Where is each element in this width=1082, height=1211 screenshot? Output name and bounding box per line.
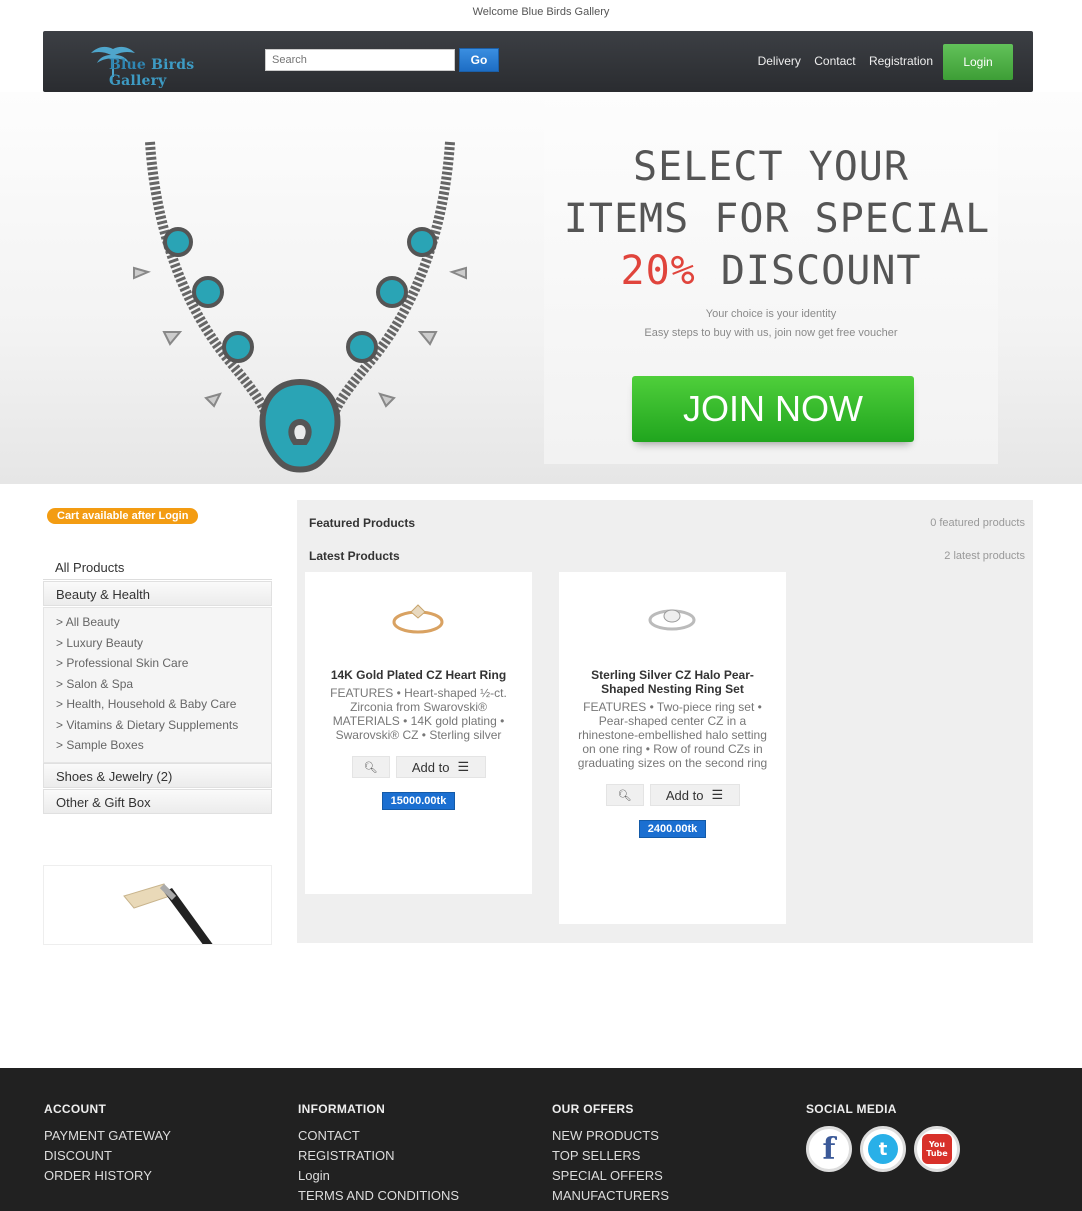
logo-text-blue: Blue: [109, 57, 147, 73]
join-now-button[interactable]: JOIN NOW: [632, 376, 914, 442]
footer-link[interactable]: DISCOUNT: [44, 1146, 171, 1166]
footer: ACCOUNT PAYMENT GATEWAY DISCOUNT ORDER H…: [0, 1068, 1082, 1211]
subcategory-item[interactable]: > Professional Skin Care: [56, 653, 265, 674]
footer-heading: INFORMATION: [298, 1102, 386, 1116]
footer-link[interactable]: CONTACT: [298, 1126, 459, 1146]
promo-subtitle-2: Easy steps to buy with us, join now get …: [644, 327, 898, 339]
footer-information: INFORMATION CONTACT REGISTRATION Login T…: [298, 1102, 459, 1206]
category-other-gift-box[interactable]: Other & Gift Box: [43, 788, 272, 814]
subcategory-item[interactable]: > Salon & Spa: [56, 674, 265, 695]
discount-percent: 20%: [620, 248, 696, 294]
gold-ring-image: [392, 604, 444, 634]
footer-link[interactable]: MANUFACTURERS: [552, 1186, 669, 1206]
product-name[interactable]: Sterling Silver CZ Halo Pear-Shaped Nest…: [559, 668, 786, 696]
promo-line-1: SELECT YOUR: [633, 144, 909, 190]
subcategory-item[interactable]: > Luxury Beauty: [56, 633, 265, 654]
footer-heading: OUR OFFERS: [552, 1102, 634, 1116]
featured-products-title: Featured Products: [309, 516, 416, 530]
zoom-icon: 🔍︎: [617, 789, 632, 802]
social-icons: f t You Tube: [806, 1126, 960, 1172]
main-content: Featured Products 0 featured products La…: [297, 500, 1033, 943]
beauty-subcategories: > All Beauty > Luxury Beauty > Professio…: [43, 607, 272, 763]
site-logo[interactable]: Blue Birds Gallery: [73, 43, 243, 89]
hero-banner: SELECT YOUR ITEMS FOR SPECIAL 20% DISCOU…: [0, 92, 1082, 484]
footer-link[interactable]: SPECIAL OFFERS: [552, 1166, 669, 1186]
twitter-icon[interactable]: t: [860, 1126, 906, 1172]
latest-products-title: Latest Products: [309, 549, 400, 563]
footer-heading: ACCOUNT: [44, 1102, 107, 1116]
product-name[interactable]: 14K Gold Plated CZ Heart Ring: [305, 668, 532, 682]
subcategory-item[interactable]: > Sample Boxes: [56, 735, 265, 756]
footer-link[interactable]: Login: [298, 1166, 459, 1186]
promo-subtitle-1: Your choice is your identity: [705, 308, 837, 320]
subcategory-item[interactable]: > All Beauty: [56, 612, 265, 633]
category-all-products[interactable]: All Products: [43, 555, 272, 580]
sidebar-product-image[interactable]: [43, 865, 272, 945]
zoom-icon: 🔍︎: [363, 761, 378, 774]
zoom-button[interactable]: 🔍︎: [351, 756, 390, 778]
top-nav: Delivery Contact Registration: [748, 54, 933, 68]
search-input[interactable]: [265, 49, 455, 71]
promo-panel: SELECT YOUR ITEMS FOR SPECIAL 20% DISCOU…: [544, 92, 998, 464]
footer-account: ACCOUNT PAYMENT GATEWAY DISCOUNT ORDER H…: [44, 1102, 171, 1186]
navbar: Blue Birds Gallery Go Delivery Contact R…: [43, 31, 1033, 92]
cart-icon: ☰: [457, 759, 470, 774]
promo-line-3: 20% DISCOUNT: [544, 248, 998, 294]
nav-registration[interactable]: Registration: [869, 54, 933, 68]
category-shoes-jewelry[interactable]: Shoes & Jewelry (2): [43, 762, 272, 788]
facebook-icon[interactable]: f: [806, 1126, 852, 1172]
price-badge: 15000.00tk: [381, 792, 456, 810]
featured-products-count: 0 featured products: [930, 517, 1025, 529]
zoom-button[interactable]: 🔍︎: [605, 784, 644, 806]
subcategory-item[interactable]: > Health, Household & Baby Care: [56, 694, 265, 715]
product-card[interactable]: 14K Gold Plated CZ Heart Ring FEATURES •…: [305, 572, 532, 894]
go-button[interactable]: Go: [459, 48, 499, 72]
nav-contact[interactable]: Contact: [814, 54, 855, 68]
footer-social: SOCIAL MEDIA: [806, 1102, 897, 1126]
welcome-text: Welcome Blue Birds Gallery: [472, 6, 610, 18]
price-badge: 2400.00tk: [638, 820, 707, 838]
subcategory-item[interactable]: > Vitamins & Dietary Supplements: [56, 715, 265, 736]
nav-delivery[interactable]: Delivery: [758, 54, 801, 68]
promo-line-2: ITEMS FOR SPECIAL: [563, 196, 991, 242]
footer-link[interactable]: ORDER HISTORY: [44, 1166, 171, 1186]
product-description: FEATURES • Two-piece ring set • Pear-sha…: [577, 700, 768, 770]
login-button[interactable]: Login: [943, 44, 1013, 80]
footer-link[interactable]: TERMS AND CONDITIONS: [298, 1186, 459, 1206]
footer-link[interactable]: NEW PRODUCTS: [552, 1126, 669, 1146]
makeup-brush-image: [123, 883, 213, 944]
product-description: FEATURES • Heart-shaped ½-ct. Zirconia f…: [330, 686, 507, 742]
latest-products-count: 2 latest products: [944, 550, 1025, 562]
add-to-cart-button[interactable]: Add to ☰: [649, 784, 740, 806]
silver-ring-image: [648, 609, 696, 631]
discount-word: DISCOUNT: [695, 248, 922, 294]
product-card[interactable]: Sterling Silver CZ Halo Pear-Shaped Nest…: [559, 572, 786, 924]
category-list: All Products Beauty & Health > All Beaut…: [43, 555, 272, 815]
cart-icon: ☰: [711, 787, 724, 802]
add-to-cart-button[interactable]: Add to ☰: [395, 756, 486, 778]
youtube-icon[interactable]: You Tube: [914, 1126, 960, 1172]
footer-link[interactable]: PAYMENT GATEWAY: [44, 1126, 171, 1146]
footer-offers: OUR OFFERS NEW PRODUCTS TOP SELLERS SPEC…: [552, 1102, 669, 1206]
footer-heading: SOCIAL MEDIA: [806, 1102, 897, 1116]
necklace-image: [133, 141, 467, 473]
footer-link[interactable]: REGISTRATION: [298, 1146, 459, 1166]
footer-link[interactable]: TOP SELLERS: [552, 1146, 669, 1166]
category-beauty-health[interactable]: Beauty & Health: [43, 581, 272, 606]
cart-availability-badge: Cart available after Login: [47, 508, 199, 524]
